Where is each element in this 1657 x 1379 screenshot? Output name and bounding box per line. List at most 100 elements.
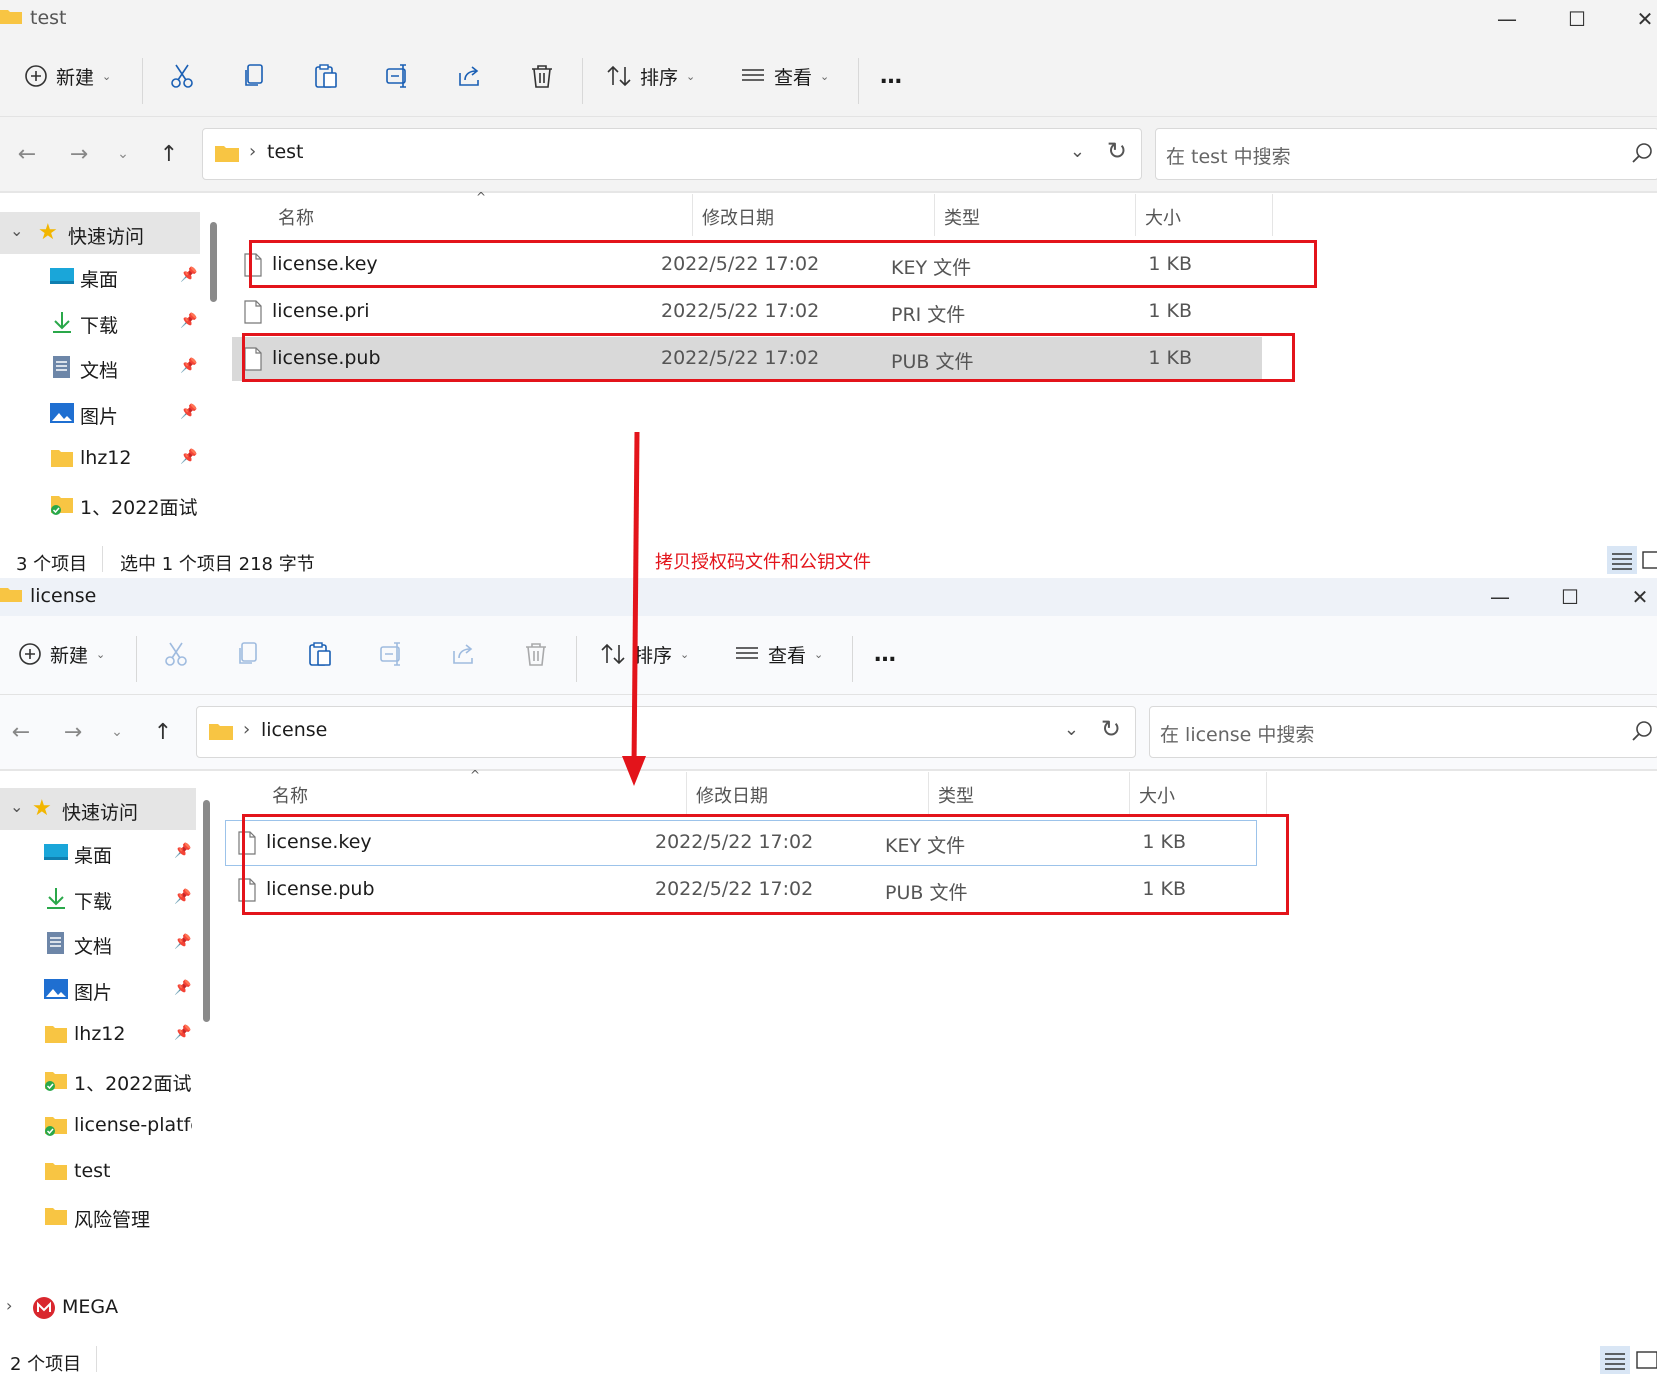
view-button[interactable]: 查看 ⌄ <box>734 632 823 676</box>
breadcrumb-current[interactable]: license <box>261 719 327 741</box>
share-button[interactable] <box>454 60 486 92</box>
rename-button[interactable] <box>382 60 414 92</box>
nav-item[interactable]: 1、2022面试总 <box>0 483 200 527</box>
search-icon[interactable] <box>1630 141 1654 165</box>
up-button[interactable]: ↑ <box>154 139 184 169</box>
star-icon: ★ <box>38 220 58 245</box>
copy-button[interactable] <box>238 60 270 92</box>
col-size[interactable]: 大小 <box>1145 204 1181 230</box>
breadcrumb-chevron-icon: › <box>249 141 257 162</box>
chevron-right-icon[interactable]: › <box>6 1296 12 1315</box>
nav-item[interactable]: 图片 📌 <box>0 392 200 436</box>
quick-access-header[interactable]: ⌄ ★ 快速访问 <box>0 788 196 830</box>
nav-item[interactable]: 文档 📌 <box>0 346 200 390</box>
share-button[interactable] <box>448 638 480 670</box>
quick-access-header[interactable]: ⌄ ★ 快速访问 <box>0 212 200 254</box>
thumbnail-view-button[interactable] <box>1634 1346 1657 1374</box>
more-button[interactable]: … <box>880 54 902 98</box>
paste-button[interactable] <box>304 638 336 670</box>
nav-item[interactable]: 桌面 📌 <box>0 255 200 299</box>
new-button[interactable]: 新建 ⌄ <box>18 632 105 676</box>
pin-icon[interactable]: 📌 <box>174 980 191 996</box>
col-date[interactable]: 修改日期 <box>696 782 768 808</box>
nav-item[interactable]: test <box>0 1150 200 1194</box>
pin-icon[interactable]: 📌 <box>174 889 191 905</box>
chevron-down-icon[interactable]: ⌄ <box>10 797 23 816</box>
col-type[interactable]: 类型 <box>938 782 974 808</box>
recent-dropdown-button[interactable]: ⌄ <box>108 139 138 169</box>
view-button[interactable]: 查看 ⌄ <box>740 54 829 98</box>
refresh-icon[interactable]: ↻ <box>1107 137 1127 165</box>
sort-button[interactable]: 排序 ⌄ <box>606 54 695 98</box>
details-view-button[interactable] <box>1600 1346 1630 1374</box>
address-bar[interactable]: › license ⌄ ↻ <box>196 706 1136 758</box>
paste-icon <box>309 642 331 666</box>
nav-item[interactable]: 1、2022面试总 <box>0 1059 200 1103</box>
pin-icon[interactable]: 📌 <box>180 313 197 329</box>
pin-icon[interactable]: 📌 <box>180 267 197 283</box>
address-bar[interactable]: › test ⌄ ↻ <box>202 128 1142 180</box>
pin-icon[interactable]: 📌 <box>180 449 197 465</box>
back-button[interactable]: ← <box>12 139 42 169</box>
nav-item[interactable]: 桌面 📌 <box>0 831 200 875</box>
thumbnail-view-button[interactable] <box>1640 546 1657 574</box>
col-date[interactable]: 修改日期 <box>702 204 774 230</box>
sort-button[interactable]: 排序 ⌄ <box>600 632 689 676</box>
scrollbar-thumb[interactable] <box>203 800 210 1022</box>
nav-item[interactable]: 图片 📌 <box>0 968 200 1012</box>
explorer-window-license: license — ☐ ✕ 新建 ⌄ 排序 ⌄ 查看 ⌄ … ← → ⌄ ↑ ›… <box>0 578 1657 1379</box>
pin-icon[interactable]: 📌 <box>180 358 197 374</box>
file-row[interactable]: license.pri 2022/5/22 17:02 PRI 文件 1 KB <box>232 290 1262 334</box>
minimize-button[interactable]: — <box>1470 578 1530 616</box>
separator <box>136 636 137 682</box>
status-bar: 2 个项目 <box>0 1340 1657 1379</box>
pin-icon[interactable]: 📌 <box>174 843 191 859</box>
scrollbar-thumb[interactable] <box>210 222 217 302</box>
nav-item[interactable]: license-platfor <box>0 1104 200 1148</box>
forward-button[interactable]: → <box>64 139 94 169</box>
forward-button[interactable]: → <box>58 717 88 747</box>
recent-dropdown-button[interactable]: ⌄ <box>102 717 132 747</box>
cut-button[interactable] <box>160 638 192 670</box>
search-input[interactable]: 在 test 中搜索 <box>1155 128 1657 180</box>
address-dropdown-icon[interactable]: ⌄ <box>1070 141 1085 162</box>
nav-item[interactable]: 风险管理 <box>0 1195 200 1239</box>
up-button[interactable]: ↑ <box>148 717 178 747</box>
nav-item[interactable]: lhz12 📌 <box>0 437 200 481</box>
col-name[interactable]: 名称 <box>278 204 314 230</box>
search-icon[interactable] <box>1630 719 1654 743</box>
col-type[interactable]: 类型 <box>944 204 980 230</box>
maximize-button[interactable]: ☐ <box>1547 0 1607 38</box>
chevron-down-icon[interactable]: ⌄ <box>10 221 23 240</box>
maximize-button[interactable]: ☐ <box>1540 578 1600 616</box>
rename-button[interactable] <box>376 638 408 670</box>
nav-scrollbar[interactable] <box>207 194 219 540</box>
more-button[interactable]: … <box>874 632 896 676</box>
address-dropdown-icon[interactable]: ⌄ <box>1064 719 1079 740</box>
pin-icon[interactable]: 📌 <box>174 1025 191 1041</box>
col-name[interactable]: 名称 <box>272 782 308 808</box>
close-button[interactable]: ✕ <box>1615 0 1657 38</box>
refresh-icon[interactable]: ↻ <box>1101 715 1121 743</box>
paste-button[interactable] <box>310 60 342 92</box>
close-button[interactable]: ✕ <box>1610 578 1657 616</box>
new-button[interactable]: 新建 ⌄ <box>24 54 111 98</box>
nav-item[interactable]: 下载 📌 <box>0 877 200 921</box>
nav-item[interactable]: lhz12 📌 <box>0 1013 200 1057</box>
nav-item[interactable]: 下载 📌 <box>0 301 200 345</box>
mega-item[interactable]: › MEGA <box>0 1286 200 1330</box>
cut-button[interactable] <box>166 60 198 92</box>
minimize-button[interactable]: — <box>1477 0 1537 38</box>
details-view-button[interactable] <box>1607 546 1637 574</box>
nav-scrollbar[interactable] <box>200 772 212 1340</box>
breadcrumb-current[interactable]: test <box>267 141 304 163</box>
back-button[interactable]: ← <box>6 717 36 747</box>
pin-icon[interactable]: 📌 <box>180 404 197 420</box>
copy-button[interactable] <box>232 638 264 670</box>
search-input[interactable]: 在 license 中搜索 <box>1149 706 1657 758</box>
col-size[interactable]: 大小 <box>1139 782 1175 808</box>
delete-button[interactable] <box>520 638 552 670</box>
delete-button[interactable] <box>526 60 558 92</box>
pin-icon[interactable]: 📌 <box>174 934 191 950</box>
nav-item[interactable]: 文档 📌 <box>0 922 200 966</box>
